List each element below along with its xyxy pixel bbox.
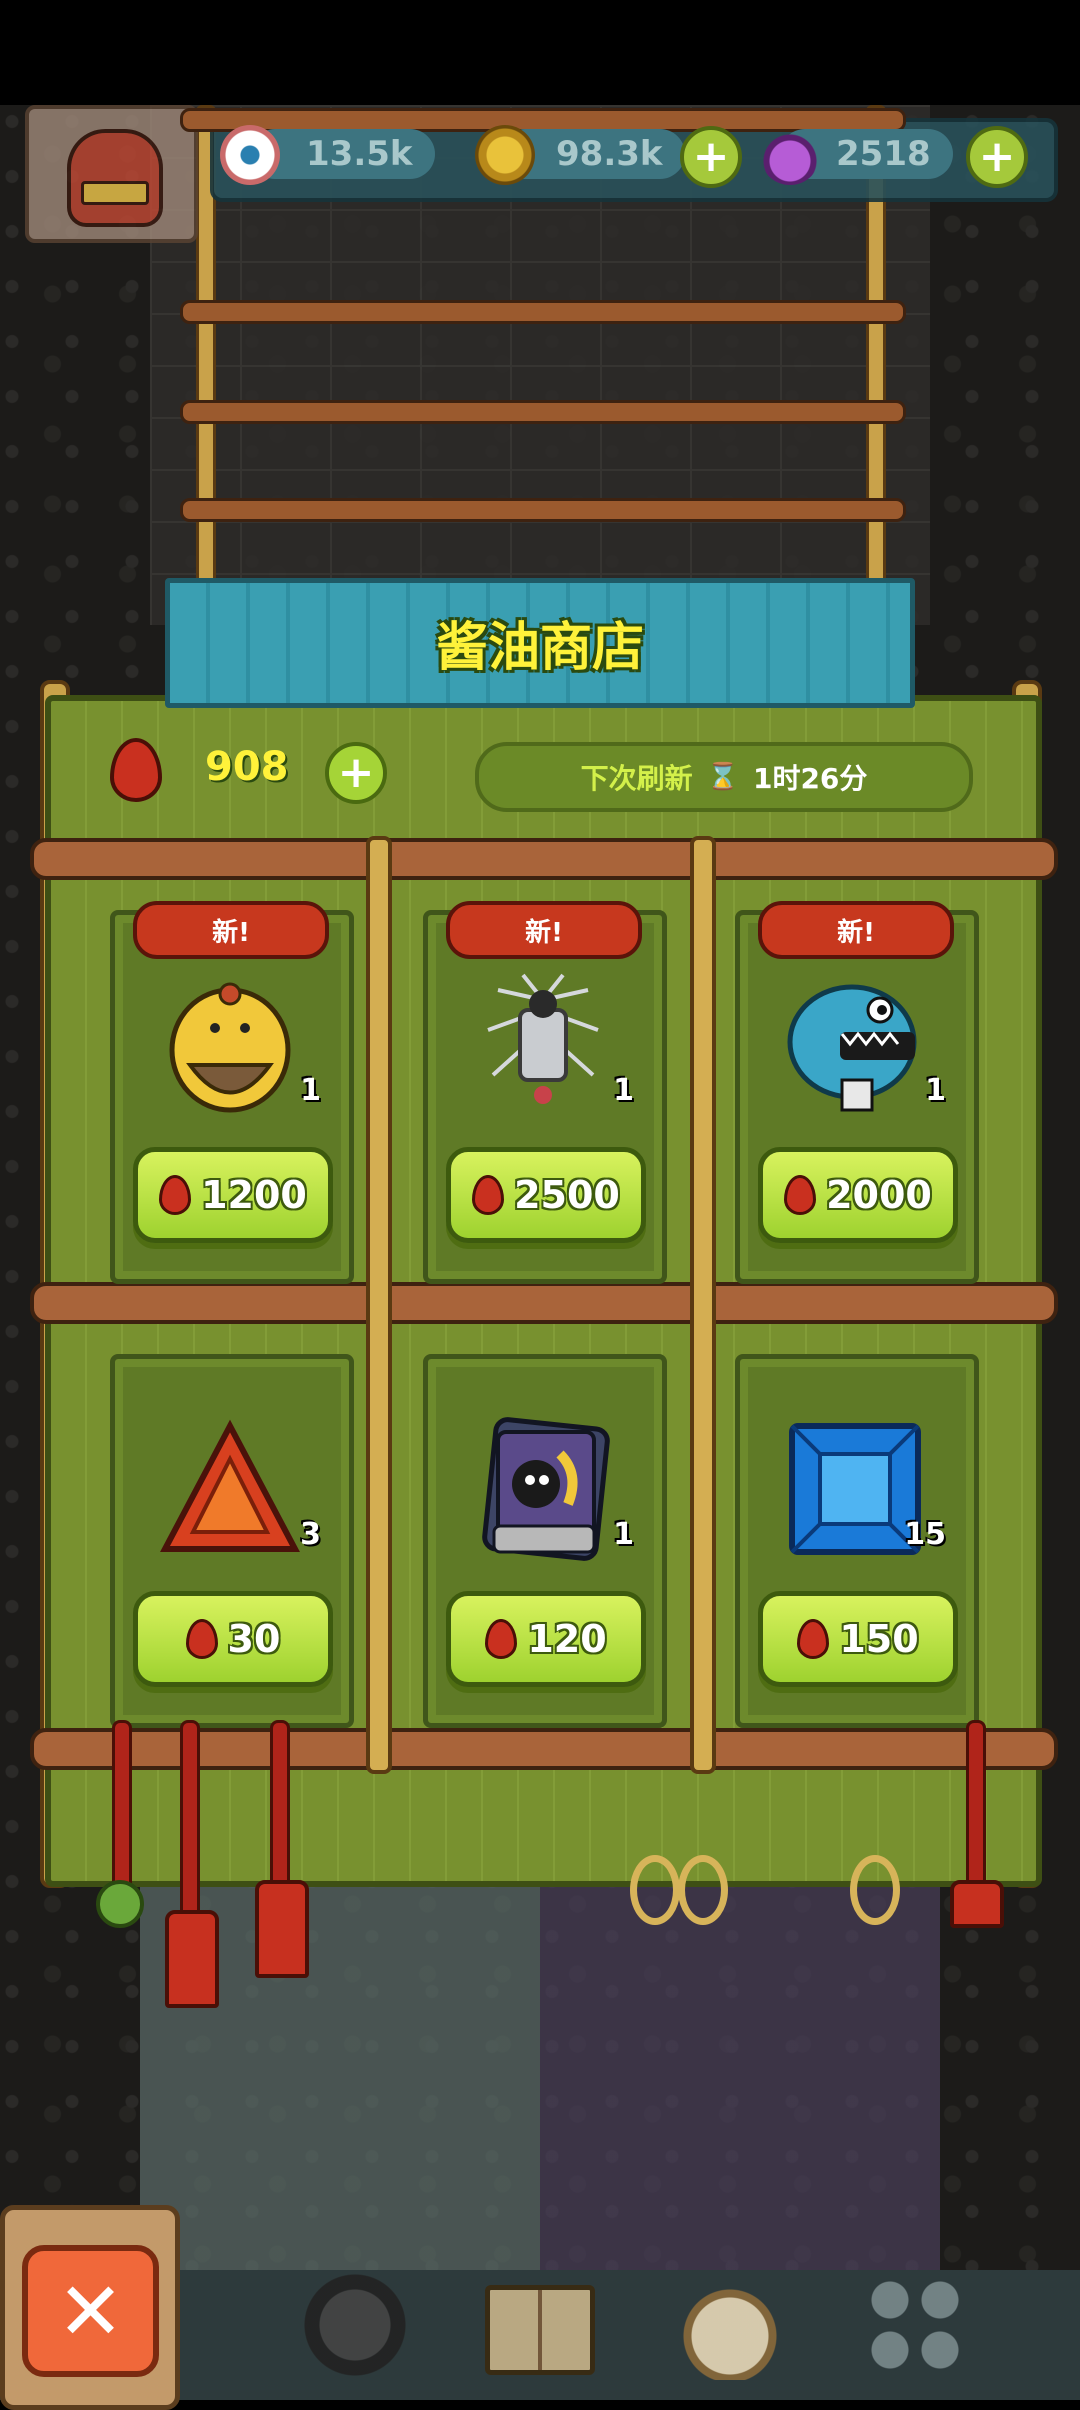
item-quantity: 1 (300, 1073, 321, 1108)
spiky-ghost-monster-icon (487, 973, 599, 1104)
bag-icon[interactable] (675, 2270, 785, 2380)
soy-sauce-drop-icon (485, 1619, 518, 1659)
blue-fish-monster-icon (787, 984, 917, 1112)
robot-teeth (81, 181, 149, 205)
new-badge: 新! (133, 901, 329, 959)
ladder-rung (180, 400, 906, 424)
shelf-post (690, 836, 716, 1774)
hanging-ring (630, 1855, 680, 1925)
buy-button[interactable]: 30 (133, 1591, 333, 1687)
soy-sauce-drop-icon (159, 1175, 192, 1215)
item-price: 2000 (826, 1173, 932, 1217)
close-button[interactable]: ✕ (22, 2245, 159, 2377)
refresh-time: 1时26分 (752, 762, 868, 795)
buy-button[interactable]: 2500 (446, 1147, 646, 1243)
coin-icon (475, 125, 535, 185)
shelf-post (366, 836, 392, 1774)
nav-monster-icon[interactable] (300, 2270, 410, 2380)
eyeball-count: 13.5k (306, 134, 413, 174)
refresh-timer: 下次刷新 ⌛ 1时26分 (475, 742, 973, 812)
tassel-cord (966, 1720, 986, 1896)
item-price: 120 (527, 1617, 607, 1661)
new-badge: 新! (446, 901, 642, 959)
coin-count: 98.3k (556, 134, 663, 174)
shop-item-card[interactable]: 新! 1 2000 (735, 901, 979, 1284)
potion-count: 2518 (836, 134, 931, 174)
buy-button[interactable]: 2000 (758, 1147, 958, 1243)
shelf-beam (30, 838, 1058, 880)
book-icon[interactable] (485, 2285, 595, 2375)
potion-icon (760, 125, 820, 185)
soy-sauce-drop-icon (472, 1175, 505, 1215)
red-tassel (255, 1880, 309, 1978)
tassel-cord (180, 1720, 200, 1926)
shop-item-card[interactable]: 3 30 (110, 1354, 354, 1728)
robot-avatar-icon (67, 129, 163, 227)
refresh-label: 下次刷新 (580, 762, 693, 795)
tassel-cord (112, 1720, 132, 1896)
buy-button[interactable]: 120 (446, 1591, 646, 1687)
ladder-rung (180, 498, 906, 522)
soy-sauce-drop-icon (784, 1175, 817, 1215)
buy-button[interactable]: 150 (758, 1591, 958, 1687)
red-tassel (950, 1880, 1004, 1928)
player-avatar-badge[interactable] (25, 105, 198, 243)
card-pack-icon (482, 1417, 610, 1561)
shop-title: 酱油商店 (435, 618, 644, 678)
add-soy-sauce-button[interactable]: + (325, 742, 387, 804)
shelf-beam (30, 1282, 1058, 1324)
item-quantity: 15 (904, 1517, 946, 1552)
soy-sauce-drop-icon (185, 1619, 218, 1659)
item-quantity: 1 (613, 1073, 634, 1108)
balance-value: 908 (205, 744, 289, 790)
hanging-ring (850, 1855, 900, 1925)
buy-button[interactable]: 1200 (133, 1147, 333, 1243)
soy-sauce-drop-icon (797, 1619, 830, 1659)
item-quantity: 3 (300, 1517, 321, 1552)
red-tassel (165, 1910, 219, 2008)
grid-menu-icon[interactable] (865, 2275, 965, 2375)
item-quantity: 1 (613, 1517, 634, 1552)
hanging-ring (678, 1855, 728, 1925)
red-triangle-gem-icon (160, 1419, 300, 1552)
hourglass-icon: ⌛ (706, 762, 739, 792)
item-price: 1200 (201, 1173, 307, 1217)
new-badge: 新! (758, 901, 954, 959)
soy-sauce-drop-icon (110, 738, 162, 802)
ladder-rung (180, 300, 906, 324)
item-price: 150 (839, 1617, 919, 1661)
tassel-cord (270, 1720, 290, 1896)
soy-sauce-balance (110, 735, 162, 805)
add-coins-button[interactable]: + (680, 126, 742, 188)
add-potions-button[interactable]: + (966, 126, 1028, 188)
item-price: 30 (227, 1617, 281, 1661)
yellow-monster-icon (169, 982, 291, 1113)
status-bar-area (0, 0, 1080, 105)
shop-item-card[interactable]: 新! 1 1200 (110, 901, 354, 1284)
item-quantity: 1 (925, 1073, 946, 1108)
item-price: 2500 (514, 1173, 620, 1217)
shop-item-card[interactable]: 新! 1 2500 (423, 901, 667, 1284)
shop-item-card[interactable]: 15 150 (735, 1354, 979, 1728)
shop-item-card[interactable]: 1 120 (423, 1354, 667, 1728)
green-bead (96, 1880, 144, 1928)
eyeball-icon (220, 125, 280, 185)
